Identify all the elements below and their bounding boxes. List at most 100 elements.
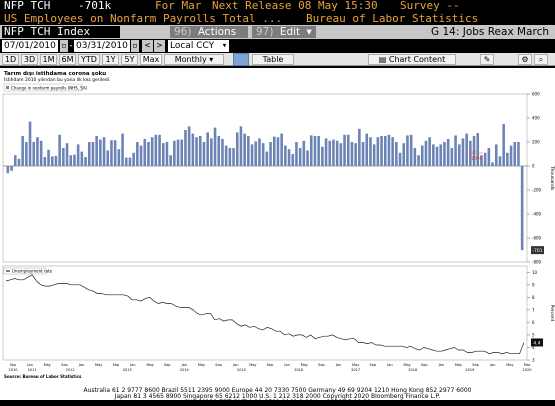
for-period: For Mar xyxy=(155,0,202,12)
range-max[interactable]: Max xyxy=(140,54,162,65)
payroll-bar xyxy=(54,155,58,166)
payroll-bar xyxy=(235,132,239,166)
x-tick-month: Sep xyxy=(421,363,428,367)
table-view-label: Table xyxy=(262,55,284,64)
payroll-bar xyxy=(517,142,520,166)
index-input[interactable]: NFP TCH Index xyxy=(2,26,120,38)
range-1m[interactable]: 1M xyxy=(40,54,57,65)
payroll-bar xyxy=(161,143,165,166)
x-tick-month: Sep xyxy=(472,363,479,367)
settings-gear-icon[interactable]: ⚙ xyxy=(518,54,532,65)
payroll-bar xyxy=(361,142,365,166)
range-6m[interactable]: 6M xyxy=(59,54,76,65)
payroll-bar xyxy=(124,157,128,166)
x-tick-month: Jan xyxy=(489,363,495,367)
table-view-button[interactable]: Table xyxy=(252,54,294,65)
frequency-label: Monthly xyxy=(174,55,207,64)
payroll-bar xyxy=(424,140,428,166)
range-3d[interactable]: 3D xyxy=(21,54,38,65)
chart-content-icon: ▤ xyxy=(378,55,387,64)
x-tick-month: Mar xyxy=(524,363,531,367)
payroll-bar xyxy=(365,133,369,166)
chart-content-button[interactable]: ▤ Chart Content xyxy=(368,54,456,65)
lower-tick-label: 8 xyxy=(532,295,535,300)
frequency-select[interactable]: Monthly ▾ xyxy=(164,54,224,65)
end-calendar-icon[interactable]: ▫ xyxy=(131,40,139,52)
upper-tick-label: -200 xyxy=(532,188,542,193)
payroll-bar xyxy=(110,140,113,166)
range-ytd[interactable]: YTD xyxy=(78,54,100,65)
x-tick-month: Jan xyxy=(335,363,341,367)
currency-dropdown-icon[interactable]: ▾ xyxy=(220,40,229,52)
x-tick-year: 2011 xyxy=(28,368,37,372)
payroll-bar xyxy=(217,136,221,166)
payroll-bar xyxy=(221,139,224,166)
x-tick-month: May xyxy=(44,363,51,367)
lower-tick-label: 9 xyxy=(532,282,535,287)
payroll-bar xyxy=(91,142,95,166)
payroll-bar xyxy=(358,128,361,166)
payroll-bar xyxy=(395,142,398,166)
payroll-bar xyxy=(95,136,98,166)
lower-tick-label: 6 xyxy=(532,320,535,325)
upper-tick-label: -600 xyxy=(532,236,542,241)
payroll-bar xyxy=(202,142,206,166)
upper-tick-label: -800 xyxy=(532,260,542,265)
payroll-bar xyxy=(76,144,80,166)
payroll-bar xyxy=(420,145,424,166)
payroll-bar xyxy=(339,143,343,166)
x-tick-month: Sep xyxy=(10,363,17,367)
payroll-bar xyxy=(346,134,350,166)
x-tick-year: 2018 xyxy=(408,368,417,372)
previous-arrow-icon[interactable]: < xyxy=(142,40,153,52)
start-date-field[interactable]: 07/01/2010 xyxy=(2,40,58,52)
payroll-bar xyxy=(265,151,269,166)
payroll-bar xyxy=(387,134,391,166)
payroll-bar xyxy=(487,148,491,166)
x-tick-month: May xyxy=(301,363,308,367)
range-1d[interactable]: 1D xyxy=(2,54,19,65)
payroll-bar xyxy=(324,138,328,166)
edit-pencil-icon[interactable]: ✎ xyxy=(480,54,494,65)
x-tick-month: May xyxy=(146,363,153,367)
lower-tick-label: 3 xyxy=(532,358,535,363)
payroll-bar xyxy=(494,144,498,166)
payroll-bar xyxy=(198,136,202,166)
payroll-bar xyxy=(272,136,276,166)
edit-menu[interactable]: 97) Edit ▾ xyxy=(252,26,316,38)
payroll-bar xyxy=(435,146,439,166)
payroll-bar xyxy=(184,130,187,166)
payroll-bar xyxy=(513,142,517,166)
payroll-bar xyxy=(43,157,47,166)
payroll-bar xyxy=(343,134,346,166)
page-title: G 14: Jobs Reax March xyxy=(431,26,549,38)
start-calendar-icon[interactable]: ▫ xyxy=(60,40,68,52)
payroll-bar xyxy=(150,137,154,166)
x-tick-month: Jan xyxy=(283,363,289,367)
series-name: US Employees on Nonfarm Payrolls Total .… xyxy=(4,12,283,25)
end-date-field[interactable]: 03/31/2010 xyxy=(74,40,130,52)
x-tick-month: May xyxy=(506,363,513,367)
upper-legend-swatch xyxy=(6,86,9,89)
x-tick-month: May xyxy=(455,363,462,367)
range-5y[interactable]: 5Y xyxy=(121,54,138,65)
x-tick-month: Jan xyxy=(129,363,135,367)
frequency-dropdown-icon: ▾ xyxy=(209,55,214,64)
lower-last-value: 4.4 xyxy=(533,340,540,346)
payroll-bar xyxy=(280,133,283,166)
zoom-icon[interactable]: ⌕ xyxy=(534,54,548,65)
chart-content-label: Chart Content xyxy=(388,55,446,64)
chart-svg: Tarım dışı istihdama corona şokuİstihdam… xyxy=(2,71,555,379)
payroll-bar xyxy=(187,126,191,166)
payroll-bar xyxy=(376,137,380,166)
currency-select[interactable]: Local CCY xyxy=(168,40,220,52)
payroll-bar xyxy=(409,134,413,166)
payroll-bar xyxy=(372,144,376,166)
payroll-bar xyxy=(439,144,443,166)
range-1y[interactable]: 1Y xyxy=(102,54,119,65)
actions-menu[interactable]: 96) Actions ▾ xyxy=(170,26,248,50)
payroll-bar xyxy=(154,134,158,166)
payroll-bar xyxy=(158,134,161,166)
chart-view-button[interactable] xyxy=(233,53,249,66)
next-arrow-icon[interactable]: > xyxy=(154,40,165,52)
